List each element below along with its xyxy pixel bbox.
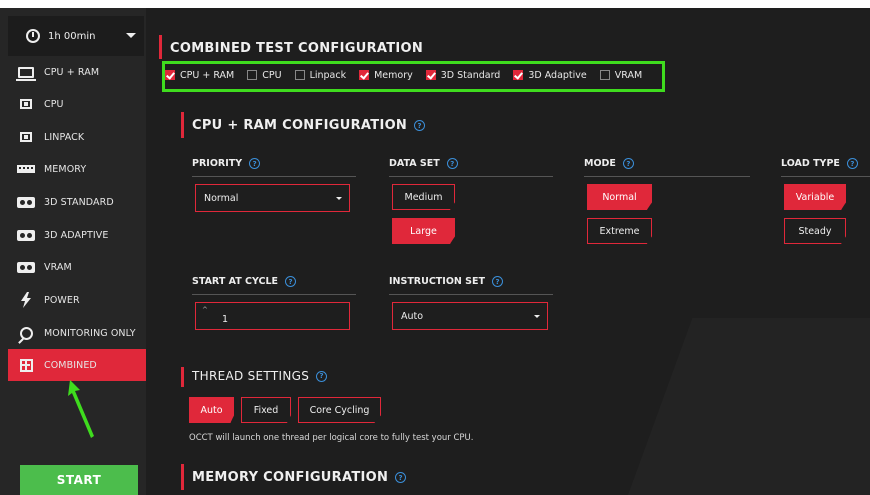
data-set-medium-option[interactable]: Medium — [392, 184, 455, 210]
cpu-icon — [20, 99, 32, 109]
sidebar-item-label: POWER — [44, 294, 80, 306]
sidebar-item-power[interactable]: POWER — [0, 284, 146, 316]
duration-select[interactable]: 1h 00min — [8, 16, 144, 56]
highlight-box-annotation — [162, 61, 665, 92]
load-type-label-wrap: LOAD TYPE? — [781, 158, 858, 169]
sidebar-item-memory[interactable]: MEMORY — [0, 153, 146, 185]
help-icon[interactable]: ? — [395, 472, 407, 483]
help-icon[interactable]: ? — [414, 120, 426, 131]
priority-label: PRIORITY — [192, 158, 243, 169]
cpu-ram-config-title: CPU + RAM CONFIGURATION — [192, 118, 408, 133]
start-cycle-label-wrap: START AT CYCLE? — [192, 276, 297, 287]
sidebar-item-3d-standard[interactable]: 3D STANDARD — [0, 186, 146, 218]
sidebar-item-label: COMBINED — [44, 359, 97, 371]
green-arrow-annotation — [68, 380, 94, 438]
sidebar-item-label: VRAM — [44, 261, 72, 273]
load-type-variable-option[interactable]: Variable — [784, 184, 846, 210]
thread-info-text: OCCT will launch one thread per logical … — [189, 433, 474, 443]
search-icon — [19, 326, 33, 340]
load-type-steady-option[interactable]: Steady — [784, 218, 846, 244]
thread-auto-option[interactable]: Auto — [189, 397, 234, 423]
gpu-icon — [17, 229, 35, 241]
help-icon[interactable]: ? — [316, 370, 328, 382]
monitor-icon — [16, 66, 36, 81]
divider — [781, 176, 870, 177]
divider — [389, 176, 553, 177]
thread-settings-title: THREAD SETTINGS — [192, 369, 310, 383]
lightning-icon — [14, 292, 38, 308]
sidebar-item-cpu-ram[interactable]: CPU + RAM — [0, 56, 146, 88]
sidebar-item-cpu[interactable]: CPU — [0, 88, 146, 120]
sidebar-item-linpack[interactable]: LINPACK — [0, 121, 146, 153]
priority-select[interactable]: Normal — [195, 184, 350, 212]
chevron-down-icon — [336, 197, 342, 200]
stepper-up-icon[interactable]: ^ — [202, 306, 208, 314]
gpu-icon — [17, 196, 35, 208]
background-decoration — [619, 318, 870, 495]
start-cycle-value: 1 — [222, 313, 229, 325]
gpu-icon — [17, 261, 35, 273]
section-accent — [181, 367, 184, 387]
mode-label-wrap: MODE? — [584, 158, 634, 169]
instruction-set-label: INSTRUCTION SET — [389, 276, 485, 287]
data-set-label: DATA SET — [389, 158, 440, 169]
help-icon[interactable]: ? — [249, 158, 261, 169]
sidebar-item-label: 3D STANDARD — [44, 196, 114, 208]
sidebar-item-label: CPU + RAM — [44, 66, 100, 78]
duration-label: 1h 00min — [48, 30, 96, 42]
memory-config-header: MEMORY CONFIGURATION ? — [192, 470, 407, 485]
sidebar: 1h 00min CPU + RAM CPU LINPACK MEMORY 3D… — [0, 8, 146, 495]
data-set-large-option[interactable]: Large — [392, 218, 455, 244]
sidebar-item-combined[interactable]: COMBINED — [8, 349, 146, 381]
cpu-ram-config-header: CPU + RAM CONFIGURATION ? — [192, 118, 426, 133]
data-set-label-wrap: DATA SET? — [389, 158, 458, 169]
priority-value: Normal — [204, 192, 239, 204]
sidebar-item-monitoring-only[interactable]: MONITORING ONLY — [0, 317, 146, 349]
start-button[interactable]: START — [20, 465, 138, 495]
thread-core-cycling-option[interactable]: Core Cycling — [298, 397, 381, 423]
mode-label: MODE — [584, 158, 616, 169]
instruction-set-select[interactable]: Auto — [392, 302, 548, 330]
section-accent — [159, 35, 162, 59]
priority-label-wrap: PRIORITY? — [192, 158, 261, 169]
help-icon[interactable]: ? — [446, 158, 458, 169]
help-icon[interactable]: ? — [622, 158, 634, 169]
divider — [192, 294, 356, 295]
app-window: 1h 00min CPU + RAM CPU LINPACK MEMORY 3D… — [0, 8, 870, 495]
divider — [584, 176, 750, 177]
sidebar-item-label: CPU — [44, 98, 64, 110]
start-cycle-label: START AT CYCLE — [192, 276, 279, 287]
load-type-label: LOAD TYPE — [781, 158, 840, 169]
start-cycle-input[interactable]: ^ 1 — [195, 302, 350, 330]
divider — [192, 176, 356, 177]
chevron-down-icon — [126, 33, 136, 38]
section-accent — [181, 464, 184, 490]
sidebar-item-label: LINPACK — [44, 131, 85, 143]
sidebar-item-label: MEMORY — [44, 163, 87, 175]
memory-icon — [17, 165, 35, 173]
sidebar-item-vram[interactable]: VRAM — [0, 251, 146, 283]
sidebar-item-label: 3D ADAPTIVE — [44, 229, 109, 241]
thread-fixed-option[interactable]: Fixed — [241, 397, 291, 423]
section-accent — [181, 112, 184, 138]
main-panel: COMBINED TEST CONFIGURATION CPU + RAM CP… — [146, 8, 870, 495]
instruction-set-value: Auto — [401, 310, 424, 322]
plus-box-icon — [19, 358, 33, 372]
sidebar-item-label: MONITORING ONLY — [44, 327, 136, 339]
combined-title: COMBINED TEST CONFIGURATION — [170, 41, 424, 56]
instruction-set-label-wrap: INSTRUCTION SET? — [389, 276, 503, 287]
help-icon[interactable]: ? — [491, 276, 503, 287]
memory-config-title: MEMORY CONFIGURATION — [192, 470, 389, 485]
sidebar-item-3d-adaptive[interactable]: 3D ADAPTIVE — [0, 219, 146, 251]
timer-icon — [26, 29, 40, 43]
help-icon[interactable]: ? — [285, 276, 297, 287]
mode-normal-option[interactable]: Normal — [587, 184, 652, 210]
thread-settings-header: THREAD SETTINGS ? — [192, 369, 328, 383]
linpack-icon — [20, 132, 32, 142]
mode-extreme-option[interactable]: Extreme — [587, 218, 652, 244]
help-icon[interactable]: ? — [846, 158, 858, 169]
chevron-down-icon — [534, 315, 540, 318]
divider — [389, 294, 553, 295]
